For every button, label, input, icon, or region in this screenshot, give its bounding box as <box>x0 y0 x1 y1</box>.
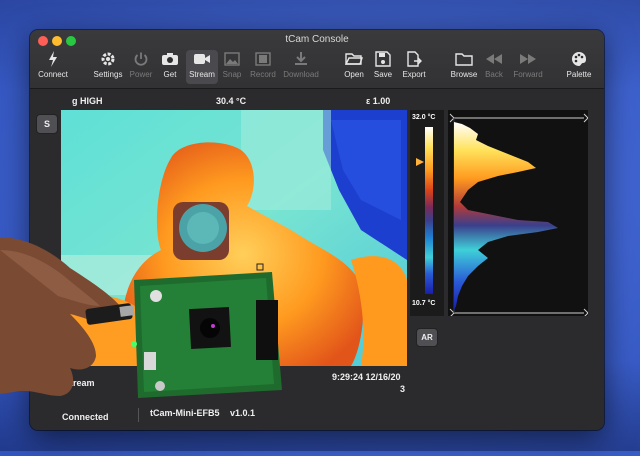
film-icon <box>254 50 272 68</box>
colorbar-max-label: 32.0 °C <box>412 114 436 121</box>
stream-button[interactable]: Stream <box>186 50 218 84</box>
power-button[interactable]: Power <box>127 50 155 84</box>
settings-button[interactable]: Settings <box>90 50 126 84</box>
open-label: Open <box>344 70 364 79</box>
spot-toggle-button[interactable]: S <box>36 114 58 134</box>
download-label: Download <box>283 70 319 79</box>
palette-icon <box>570 50 588 68</box>
colorbar-marker-icon[interactable] <box>416 158 424 166</box>
colorbar-panel: 32.0 °C 10.7 °C <box>410 110 444 316</box>
forward-button[interactable]: Forward <box>510 50 546 84</box>
stream-label: Stream <box>189 70 215 79</box>
record-label: Record <box>250 70 276 79</box>
back-label: Back <box>485 70 503 79</box>
snap-label: Snap <box>222 70 242 79</box>
spot-temperature-readout: 30.4 °C <box>216 96 247 106</box>
browse-label: Browse <box>450 70 478 79</box>
browse-button[interactable]: Browse <box>449 50 479 84</box>
timestamp-line-2: 3 <box>400 384 406 394</box>
timestamp-line-1: 9:29:24 12/16/20 <box>332 372 401 382</box>
histogram-panel <box>448 110 589 318</box>
colorbar-min-label: 10.7 °C <box>412 300 436 307</box>
folder-open-icon <box>345 50 363 68</box>
camera-icon <box>161 50 179 68</box>
gain-readout: g HIGH <box>72 96 103 106</box>
download-icon <box>292 50 310 68</box>
back-button[interactable]: Back <box>482 50 506 84</box>
mode-label: Stream <box>64 378 95 388</box>
palette-label: Palette <box>566 70 592 79</box>
plug-icon <box>44 50 62 68</box>
power-icon <box>132 50 150 68</box>
connect-button[interactable]: Connect <box>34 50 72 84</box>
snap-button[interactable]: Snap <box>220 50 244 84</box>
export-icon <box>405 50 423 68</box>
status-divider <box>138 408 139 422</box>
title-bar: tCam Console Connect Settings Power Get <box>30 30 604 89</box>
app-window: tCam Console Connect Settings Power Get <box>30 30 604 430</box>
connect-label: Connect <box>38 70 68 79</box>
colorbar <box>425 127 433 294</box>
window-title: tCam Console <box>285 34 349 45</box>
folder-icon <box>455 50 473 68</box>
connection-status: Connected <box>62 412 109 422</box>
thermal-image[interactable] <box>61 110 407 366</box>
save-label: Save <box>373 70 393 79</box>
video-camera-icon <box>193 50 211 68</box>
record-button[interactable]: Record <box>248 50 278 84</box>
open-button[interactable]: Open <box>341 50 367 84</box>
floppy-disk-icon <box>374 50 392 68</box>
export-label: Export <box>402 70 426 79</box>
forward-label: Forward <box>513 70 543 79</box>
auto-range-button[interactable]: AR <box>416 328 438 347</box>
get-button[interactable]: Get <box>158 50 182 84</box>
export-button[interactable]: Export <box>398 50 430 84</box>
fast-forward-icon <box>519 50 537 68</box>
device-name: tCam-Mini-EFB5 <box>150 408 220 418</box>
save-button[interactable]: Save <box>370 50 396 84</box>
palette-button[interactable]: Palette <box>564 50 594 84</box>
histogram-bars <box>454 122 558 310</box>
firmware-version: v1.0.1 <box>230 408 256 418</box>
download-button[interactable]: Download <box>280 50 322 84</box>
gear-icon <box>99 50 117 68</box>
status-bar: Connected tCam-Mini-EFB5 v1.0.1 <box>30 402 604 430</box>
image-icon <box>223 50 241 68</box>
emissivity-readout: ε 1.00 <box>366 96 391 106</box>
settings-label: Settings <box>93 70 123 79</box>
get-label: Get <box>163 70 177 79</box>
power-label: Power <box>129 70 153 79</box>
rewind-icon <box>485 50 503 68</box>
